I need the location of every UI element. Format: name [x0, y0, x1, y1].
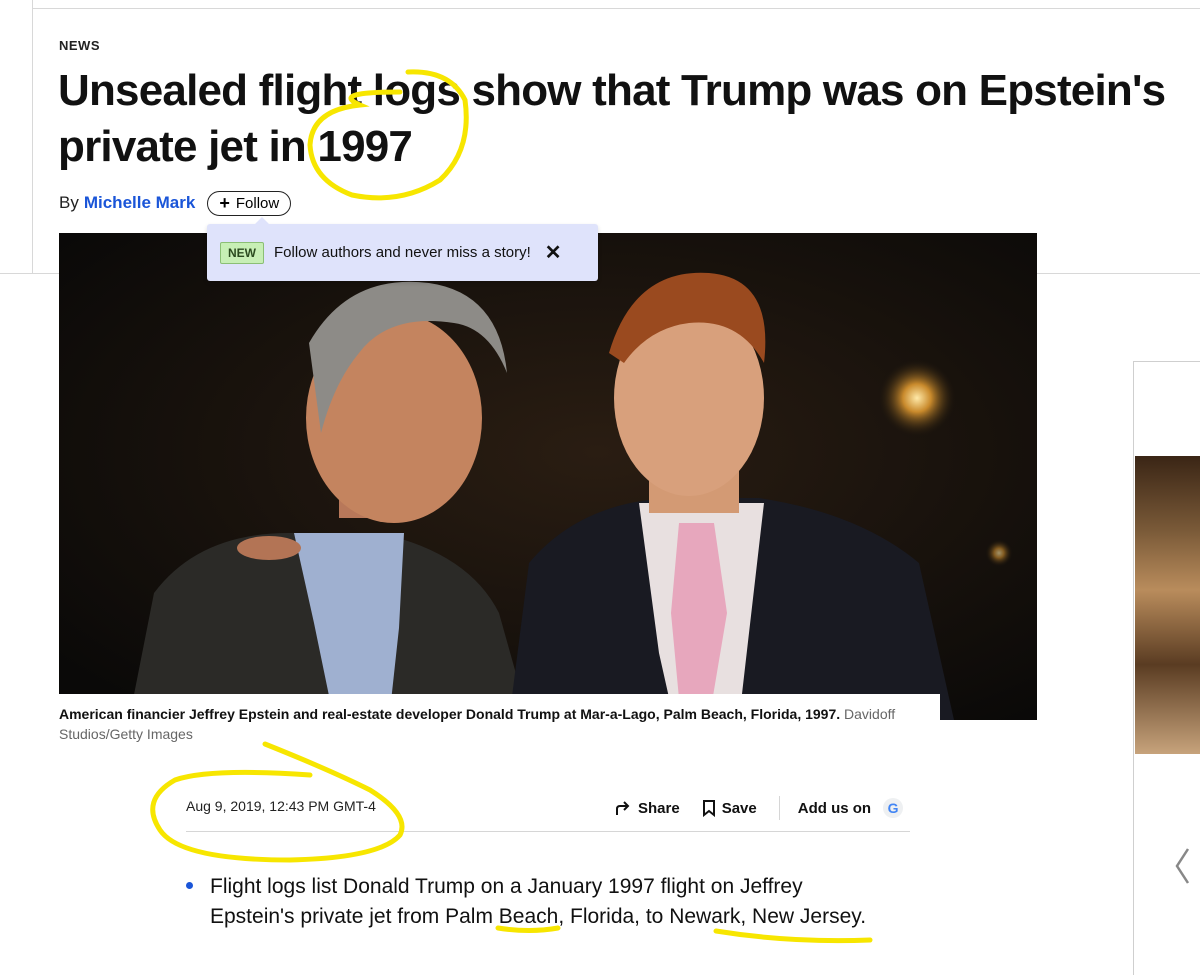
left-frame-border	[32, 0, 33, 274]
bullet-dot	[186, 882, 193, 889]
share-icon	[616, 801, 630, 815]
caption-text: American financier Jeffrey Epstein and r…	[59, 706, 841, 722]
carousel-prev-arrow[interactable]	[1166, 845, 1200, 887]
add-us-on-google-button[interactable]: Add us on G	[797, 798, 904, 818]
top-frame-border	[32, 0, 1200, 9]
headline: Unsealed flight logs show that Trump was…	[58, 63, 1200, 175]
byline-prefix: By	[59, 193, 79, 212]
share-label: Share	[638, 799, 680, 817]
google-icon: G	[883, 798, 904, 818]
plus-icon: +	[219, 193, 230, 213]
summary-bullet-text: Flight logs list Donald Trump on a Janua…	[210, 875, 867, 928]
summary-bullet: Flight logs list Donald Trump on a Janua…	[186, 872, 886, 932]
sidebar-ad-image[interactable]	[1135, 456, 1200, 754]
follow-label: Follow	[235, 194, 280, 212]
save-button[interactable]: Save	[702, 799, 757, 817]
follow-button[interactable]: + Follow	[207, 190, 292, 216]
author-link[interactable]: Michelle Mark	[84, 193, 196, 213]
photo-caption: American financier Jeffrey Epstein and r…	[59, 704, 919, 744]
hero-photo	[59, 233, 1037, 720]
byline: By Michelle Mark + Follow	[59, 188, 292, 218]
article-actions: Share Save Add us on G	[614, 795, 904, 821]
chevron-left-icon	[1175, 848, 1190, 884]
actions-separator	[778, 796, 780, 820]
headline-line-2: private jet in 1997	[58, 122, 413, 171]
annotation-underline-newark	[713, 928, 873, 944]
add-us-label: Add us on	[797, 799, 872, 817]
follow-tooltip: NEW Follow authors and never miss a stor…	[207, 217, 598, 281]
section-label[interactable]: NEWS	[59, 38, 100, 53]
save-label: Save	[721, 799, 757, 817]
meta-divider	[186, 831, 910, 832]
hero-photo-illustration	[59, 233, 1037, 720]
new-badge: NEW	[220, 241, 264, 264]
headline-line-1: Unsealed flight logs show that Trump was…	[58, 66, 1166, 115]
share-button[interactable]: Share	[614, 800, 680, 817]
tooltip-text: Follow authors and never miss a story!	[274, 244, 531, 261]
close-icon[interactable]: ✕	[545, 240, 562, 265]
bookmark-icon	[702, 799, 715, 817]
publish-date: Aug 9, 2019, 12:43 PM GMT-4	[186, 798, 376, 814]
